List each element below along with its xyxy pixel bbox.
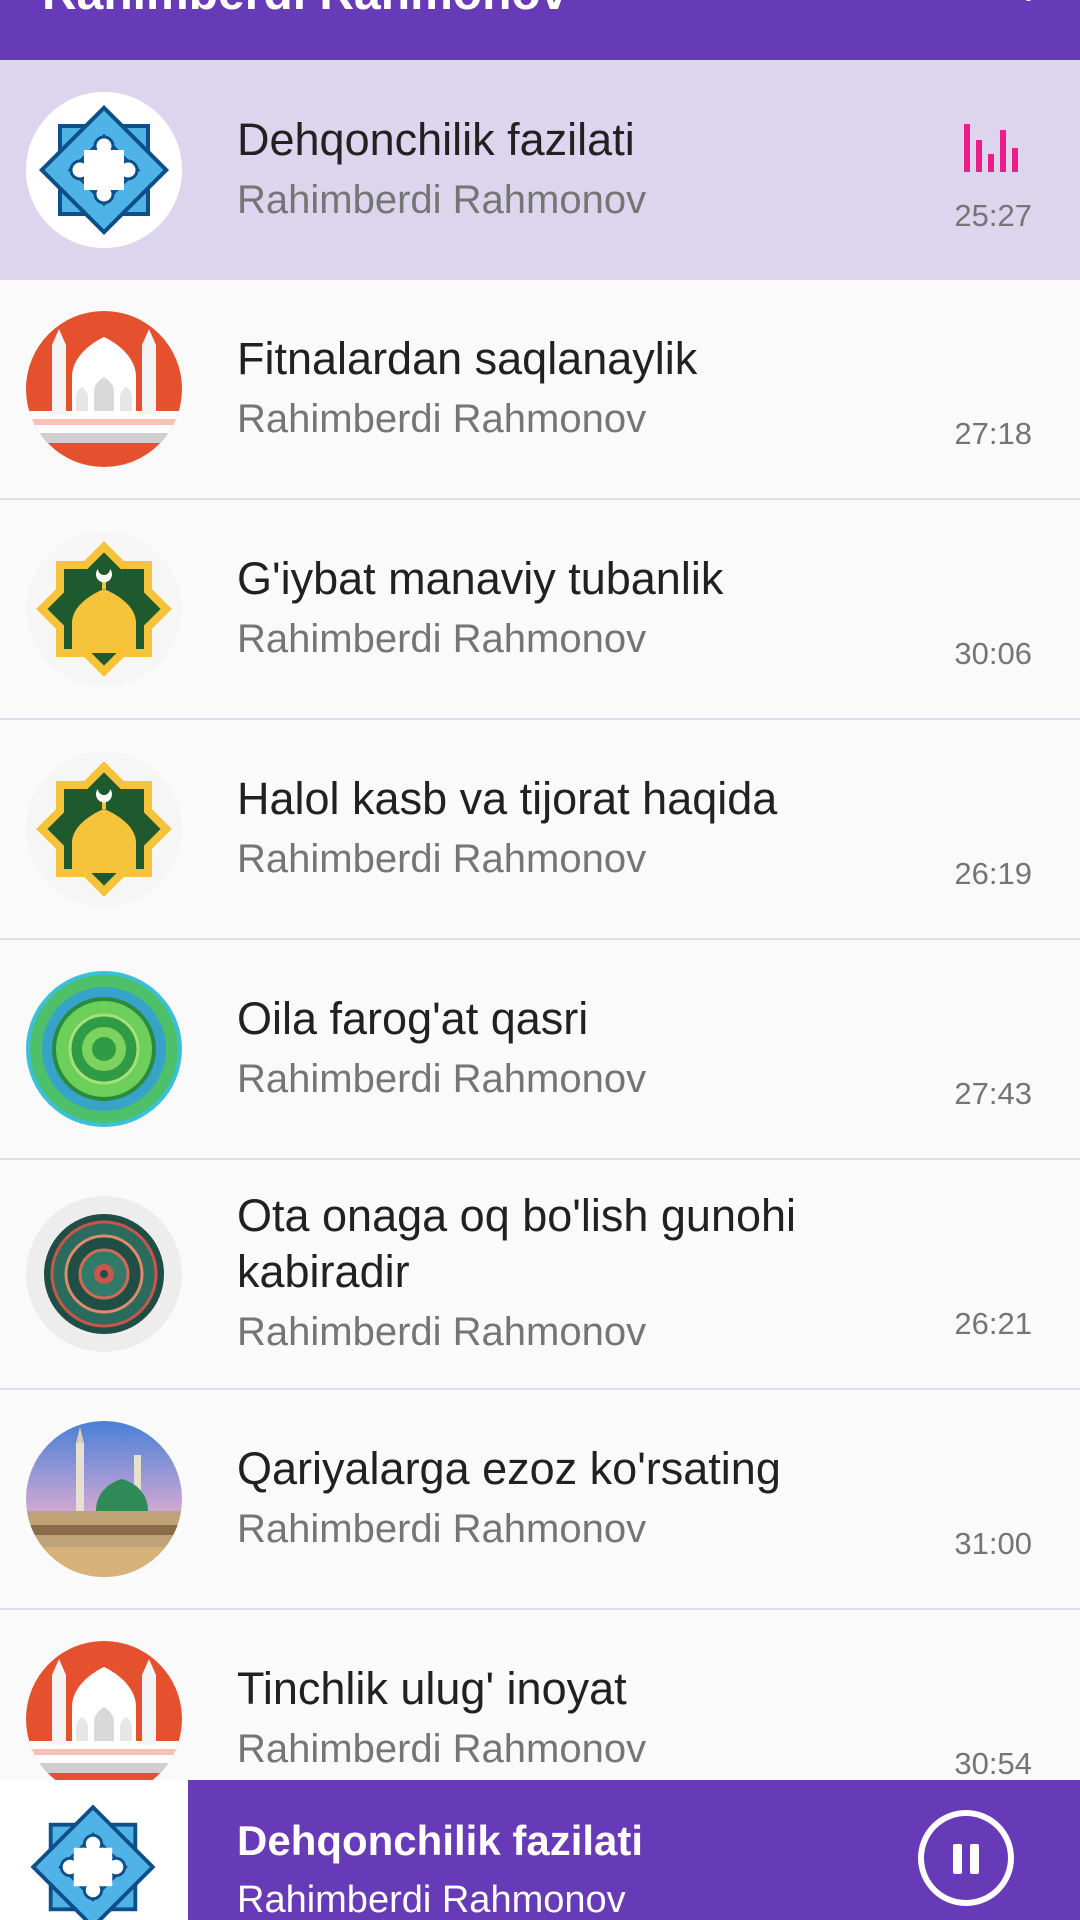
track-artist: Rahimberdi Rahmonov bbox=[237, 1507, 647, 1551]
track-title: Fitnalardan saqlanaylik bbox=[237, 333, 698, 384]
player-title: Dehqonchilik fazilati bbox=[237, 1817, 644, 1864]
track-text: Dehqonchilik fazilati Rahimberdi Rahmono… bbox=[237, 112, 860, 228]
track-art-mosque-icon bbox=[26, 311, 182, 467]
track-title: Tinchlik ulug' inoyat bbox=[237, 1663, 627, 1714]
track-row[interactable]: G'iybat manaviy tubanlik Rahimberdi Rahm… bbox=[0, 500, 1080, 720]
track-art-mosque-photo bbox=[26, 1421, 182, 1577]
player-art-star-ornament bbox=[0, 1780, 188, 1920]
track-row[interactable]: Qariyalarga ezoz ko'rsating Rahimberdi R… bbox=[0, 1390, 1080, 1610]
track-title: Dehqonchilik fazilati bbox=[237, 114, 635, 165]
app-root: Rahimberdi Rahmonov Dehqonchilik fazilat… bbox=[0, 0, 1080, 1920]
track-row[interactable]: Halol kasb va tijorat haqida Rahimberdi … bbox=[0, 720, 1080, 940]
track-title: G'iybat manaviy tubanlik bbox=[237, 553, 724, 604]
pause-button[interactable] bbox=[918, 1810, 1014, 1906]
track-row[interactable]: Oila farog'at qasri Rahimberdi Rahmonov … bbox=[0, 940, 1080, 1160]
track-artist: Rahimberdi Rahmonov bbox=[237, 1727, 647, 1771]
app-bar-title: Rahimberdi Rahmonov bbox=[42, 0, 567, 21]
track-text: Oila farog'at qasri Rahimberdi Rahmonov bbox=[237, 991, 860, 1107]
track-list: Dehqonchilik fazilati Rahimberdi Rahmono… bbox=[0, 60, 1080, 1830]
more-vert-icon[interactable] bbox=[1016, 0, 1040, 4]
track-artist: Rahimberdi Rahmonov bbox=[237, 837, 647, 881]
player-artist: Rahimberdi Rahmonov bbox=[237, 1879, 626, 1920]
track-title: Halol kasb va tijorat haqida bbox=[237, 773, 778, 824]
track-artist: Rahimberdi Rahmonov bbox=[237, 1057, 647, 1101]
track-text: G'iybat manaviy tubanlik Rahimberdi Rahm… bbox=[237, 551, 860, 667]
track-title: Oila farog'at qasri bbox=[237, 993, 589, 1044]
track-artist: Rahimberdi Rahmonov bbox=[237, 178, 647, 222]
track-duration: 27:18 bbox=[954, 416, 1032, 451]
track-art-star-ornament bbox=[26, 92, 182, 248]
track-duration: 25:27 bbox=[954, 198, 1032, 233]
track-duration: 27:43 bbox=[954, 1076, 1032, 1111]
app-bar: Rahimberdi Rahmonov bbox=[0, 0, 1080, 60]
track-duration: 26:19 bbox=[954, 856, 1032, 891]
track-row[interactable]: Ota onaga oq bo'lish gunohi kabiradir Ra… bbox=[0, 1160, 1080, 1390]
track-row-active[interactable]: Dehqonchilik fazilati Rahimberdi Rahmono… bbox=[0, 60, 1080, 280]
track-text: Qariyalarga ezoz ko'rsating Rahimberdi R… bbox=[237, 1441, 860, 1557]
track-duration: 30:06 bbox=[954, 636, 1032, 671]
equalizer-playing-icon bbox=[964, 124, 1018, 172]
track-duration: 31:00 bbox=[954, 1526, 1032, 1561]
track-text: Fitnalardan saqlanaylik Rahimberdi Rahmo… bbox=[237, 331, 860, 447]
track-duration: 26:21 bbox=[954, 1306, 1032, 1341]
mini-player[interactable]: Dehqonchilik fazilati Rahimberdi Rahmono… bbox=[0, 1780, 1080, 1920]
track-art-mosque-star-icon bbox=[26, 751, 182, 907]
track-artist: Rahimberdi Rahmonov bbox=[237, 397, 647, 441]
track-duration: 30:54 bbox=[954, 1746, 1032, 1781]
track-text: Ota onaga oq bo'lish gunohi kabiradir Ra… bbox=[237, 1188, 860, 1360]
track-title: Qariyalarga ezoz ko'rsating bbox=[237, 1443, 781, 1494]
track-text: Halol kasb va tijorat haqida Rahimberdi … bbox=[237, 771, 860, 887]
track-art-mosque-icon bbox=[26, 1641, 182, 1797]
track-artist: Rahimberdi Rahmonov bbox=[237, 617, 647, 661]
track-art-mosque-star-icon bbox=[26, 531, 182, 687]
track-text: Tinchlik ulug' inoyat Rahimberdi Rahmono… bbox=[237, 1661, 860, 1777]
track-art-mandala-icon bbox=[26, 971, 182, 1127]
track-row[interactable]: Fitnalardan saqlanaylik Rahimberdi Rahmo… bbox=[0, 280, 1080, 500]
pause-icon bbox=[953, 1844, 962, 1874]
player-text: Dehqonchilik fazilati Rahimberdi Rahmono… bbox=[237, 1816, 880, 1920]
track-artist: Rahimberdi Rahmonov bbox=[237, 1310, 647, 1354]
track-art-mandala-icon bbox=[26, 1196, 182, 1352]
track-title: Ota onaga oq bo'lish gunohi kabiradir bbox=[237, 1190, 797, 1297]
